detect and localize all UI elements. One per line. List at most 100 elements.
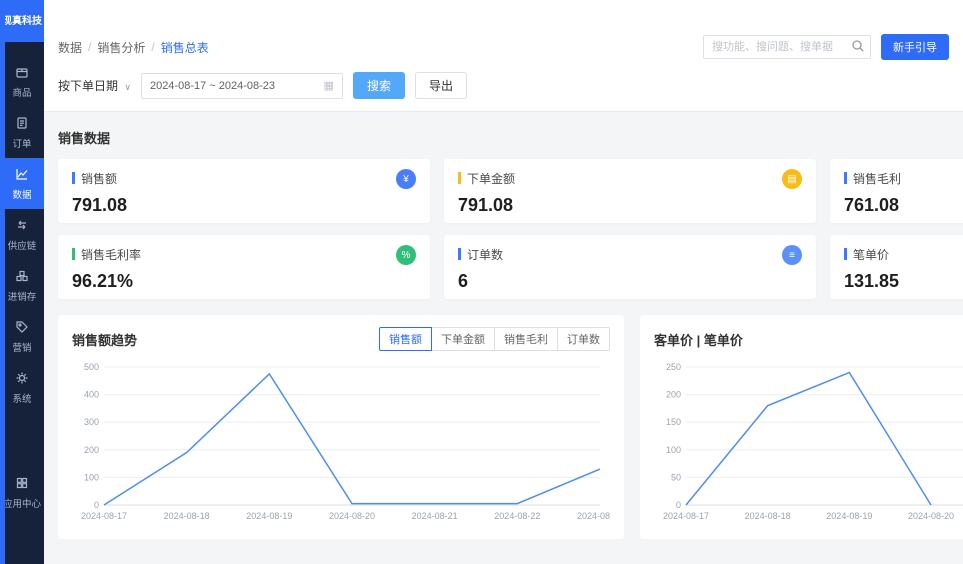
stat-card-order-amount: 下单金额 ▤ 791.08 (444, 159, 816, 223)
order-doc-icon: ▤ (782, 169, 802, 189)
content: 销售数据 销售额 ¥ 791.08 下单金额 ▤ 791.08 销售毛利 761… (44, 112, 963, 564)
sidebar: 现真科技 商品 订单 数据 供应链 进销存 (0, 0, 44, 564)
svg-text:0: 0 (676, 500, 681, 510)
svg-text:150: 150 (666, 417, 681, 427)
export-button[interactable]: 导出 (415, 72, 467, 99)
sidebar-item-data[interactable]: 数据 (0, 158, 44, 209)
svg-text:2024-08-22: 2024-08-22 (494, 511, 540, 521)
svg-text:100: 100 (84, 472, 99, 482)
sidebar-item-system[interactable]: 系统 (0, 362, 44, 413)
gear-icon (15, 371, 29, 388)
accent-bar (844, 172, 847, 184)
panel-title: 销售额趋势 (72, 330, 137, 349)
accent-bar (72, 248, 75, 260)
stat-card-order-count: 订单数 ≡ 6 (444, 235, 816, 299)
breadcrumb-separator: / (88, 40, 91, 54)
stat-cards: 销售额 ¥ 791.08 下单金额 ▤ 791.08 销售毛利 761.08 销… (58, 159, 963, 299)
search-button[interactable]: 搜索 (353, 72, 405, 99)
sidebar-item-label: 数据 (12, 187, 31, 201)
sidebar-item-orders[interactable]: 订单 (0, 107, 44, 158)
breadcrumb-item[interactable]: 销售分析 (97, 39, 145, 56)
svg-text:2024-08-23: 2024-08-23 (577, 511, 610, 521)
sidebar-item-marketing[interactable]: 营销 (0, 311, 44, 362)
sales-trend-line-chart: 01002003004005002024-08-172024-08-182024… (72, 357, 610, 525)
tab-order-amount[interactable]: 下单金额 (431, 327, 495, 351)
accent-bar (844, 248, 847, 260)
calendar-icon: ▦ (324, 79, 334, 92)
svg-text:300: 300 (84, 417, 99, 427)
app-root: 现真科技 商品 订单 数据 供应链 进销存 (0, 0, 963, 564)
sidebar-item-label: 进销存 (8, 289, 37, 303)
svg-text:2024-08-19: 2024-08-19 (826, 511, 872, 521)
accent-bar (72, 172, 75, 184)
main-area: 数据 / 销售分析 / 销售总表 新手引导 按下单日期 ∨ (44, 0, 963, 564)
stat-value: 791.08 (458, 195, 802, 216)
sidebar-item-inventory[interactable]: 进销存 (0, 260, 44, 311)
supply-chain-icon (15, 218, 29, 235)
svg-text:2024-08-18: 2024-08-18 (745, 511, 791, 521)
stat-card-per-order-price: 笔单价 131.85 (830, 235, 963, 299)
filterbar: 按下单日期 ∨ 2024-08-17 ~ 2024-08-23 ▦ 搜索 导出 (44, 68, 963, 112)
guide-button[interactable]: 新手引导 (881, 34, 949, 60)
sidebar-item-label: 营销 (12, 340, 31, 354)
svg-text:2024-08-18: 2024-08-18 (164, 511, 210, 521)
svg-text:50: 50 (671, 472, 681, 482)
stat-value: 96.21% (72, 271, 416, 292)
sidebar-item-label: 订单 (12, 136, 31, 150)
percent-icon: % (396, 245, 416, 265)
accent-bar (458, 248, 461, 260)
stat-card-gross-profit: 销售毛利 761.08 (830, 159, 963, 223)
svg-text:500: 500 (84, 362, 99, 372)
chart-metric-tabs: 销售额 下单金额 销售毛利 订单数 (379, 327, 610, 351)
svg-text:200: 200 (666, 390, 681, 400)
sales-trend-panel: 销售额趋势 销售额 下单金额 销售毛利 订单数 0100200300400500… (58, 315, 624, 539)
panel-title: 客单价 | 笔单价 (654, 330, 743, 349)
marketing-tag-icon (15, 320, 29, 337)
search-input[interactable] (703, 35, 871, 59)
per-order-price-panel: 客单价 | 笔单价 0 50 100 150 200 250 2024-08-17 2024-… (640, 315, 963, 539)
stat-card-gross-margin: 销售毛利率 % 96.21% (58, 235, 430, 299)
stat-value: 791.08 (72, 195, 416, 216)
inventory-icon (15, 269, 29, 286)
svg-text:2024-08-20: 2024-08-20 (329, 511, 375, 521)
sidebar-item-app-center[interactable]: 应用中心 (0, 467, 44, 518)
stat-card-sales-amount: 销售额 ¥ 791.08 (58, 159, 430, 223)
app-center-icon (15, 476, 29, 493)
tab-gross-profit[interactable]: 销售毛利 (494, 327, 558, 351)
svg-text:200: 200 (84, 445, 99, 455)
svg-text:250: 250 (666, 362, 681, 372)
breadcrumb-separator: / (151, 40, 154, 54)
svg-text:2024-08-20: 2024-08-20 (908, 511, 954, 521)
svg-text:2024-08-19: 2024-08-19 (246, 511, 292, 521)
svg-text:100: 100 (666, 445, 681, 455)
svg-text:0: 0 (94, 500, 99, 510)
stat-value: 6 (458, 271, 802, 292)
sidebar-item-supply-chain[interactable]: 供应链 (0, 209, 44, 260)
chevron-down-icon: ∨ (124, 82, 131, 92)
stat-value: 761.08 (844, 195, 963, 216)
date-range-input[interactable]: 2024-08-17 ~ 2024-08-23 ▦ (141, 73, 343, 99)
breadcrumb-item[interactable]: 数据 (58, 39, 82, 56)
svg-text:2024-08-17: 2024-08-17 (81, 511, 127, 521)
svg-text:2024-08-17: 2024-08-17 (663, 511, 709, 521)
search-icon[interactable] (851, 39, 865, 58)
date-range-value: 2024-08-17 ~ 2024-08-23 (150, 80, 275, 92)
yuan-icon: ¥ (396, 169, 416, 189)
date-type-dropdown[interactable]: 按下单日期 ∨ (58, 77, 131, 94)
sidebar-item-label: 应用中心 (3, 496, 41, 510)
orders-icon (15, 116, 29, 133)
chart-panels: 销售额趋势 销售额 下单金额 销售毛利 订单数 0100200300400500… (58, 315, 963, 539)
sidebar-item-products[interactable]: 商品 (0, 56, 44, 107)
breadcrumb-current: 销售总表 (161, 39, 209, 56)
sidebar-nav: 商品 订单 数据 供应链 进销存 营销 (0, 56, 44, 413)
topbar: 数据 / 销售分析 / 销售总表 新手引导 (44, 0, 963, 68)
svg-text:2024-08-21: 2024-08-21 (412, 511, 458, 521)
tab-order-count[interactable]: 订单数 (557, 327, 610, 351)
tab-sales-amount[interactable]: 销售额 (379, 327, 432, 351)
global-search (703, 35, 871, 59)
sidebar-item-label: 商品 (12, 85, 31, 99)
per-order-price-line-chart: 0 50 100 150 200 250 2024-08-17 2024-08-18 2024-… (654, 357, 963, 525)
sidebar-item-label: 供应链 (8, 238, 37, 252)
products-icon (15, 65, 29, 82)
sidebar-item-label: 系统 (12, 391, 31, 405)
